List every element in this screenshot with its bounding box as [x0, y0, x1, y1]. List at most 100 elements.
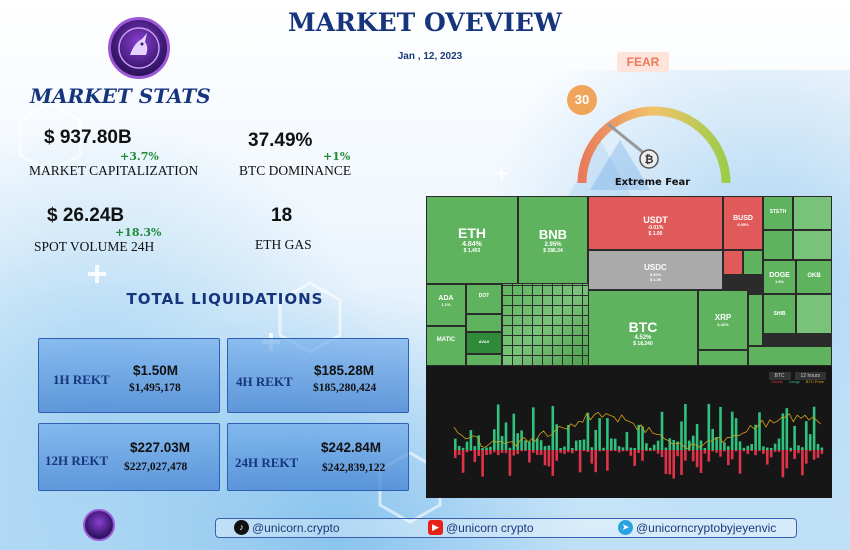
long-bar [801, 447, 804, 450]
heatmap-tile-misc-3[interactable] [793, 230, 832, 260]
long-bar [571, 447, 574, 450]
youtube-handle: @unicorn crypto [446, 520, 534, 535]
short-bar [539, 450, 543, 455]
short-bar [535, 450, 539, 455]
market-stats-title: MARKET STATS [30, 84, 211, 108]
long-bar [528, 441, 531, 450]
short-bar [457, 450, 461, 455]
rekt-full-value: $227,027,478 [124, 461, 188, 473]
long-bar [625, 432, 629, 450]
heatmap-tile-doge[interactable]: DOGE 1.6% [763, 260, 796, 294]
heatmap-tile-avax[interactable]: AVAX [466, 332, 502, 354]
long-bar [598, 418, 601, 450]
eth-gas-label: ETH GAS [255, 237, 312, 252]
long-bar [785, 408, 789, 450]
spot-volume-value: $ 26.24B [47, 205, 125, 226]
short-bar [454, 450, 457, 459]
brand-logo-small [83, 509, 115, 541]
heatmap-tile-misc-2[interactable] [763, 230, 793, 260]
heatmap-tile-bnb[interactable]: BNB 2.95% $ 286.34 [518, 196, 588, 284]
long-bar [738, 441, 742, 450]
rekt-label: 12H REKT [45, 453, 109, 468]
heatmap-tile-xrp[interactable]: XRP 6.42% [698, 290, 748, 350]
short-bar [715, 450, 718, 453]
short-bar [637, 450, 640, 453]
long-bar [524, 440, 527, 450]
short-bar [680, 450, 683, 476]
short-bar [808, 450, 812, 452]
long-bar [582, 439, 586, 450]
heatmap-tile-misc-11[interactable] [748, 346, 832, 366]
long-bar [586, 412, 590, 450]
short-bar [578, 450, 582, 473]
heatmap-tile-misc-9[interactable] [748, 294, 763, 346]
long-bar [707, 403, 711, 450]
short-bar [567, 450, 570, 453]
heatmap-tile-dot[interactable]: DOT [466, 284, 502, 314]
rekt-box-1h: 1H REKT $1.50M $1,495,178 [38, 338, 220, 413]
heatmap-tile-usdt[interactable]: USDT -0.01% $ 1.00 [588, 196, 723, 250]
social-telegram[interactable]: ➤ @unicorncryptobyjeyenvic [618, 520, 776, 535]
long-bar [769, 447, 773, 450]
short-bar [508, 450, 512, 476]
heatmap-tile-matic[interactable]: MATIC [426, 326, 466, 366]
social-youtube[interactable]: ▶ @unicorn crypto [428, 520, 534, 535]
long-bar [668, 438, 672, 450]
heatmap-tile-usdc[interactable]: USDC 0.00% $ 1.00 [588, 250, 723, 290]
short-bar [769, 450, 773, 458]
short-bar [500, 450, 504, 453]
unicorn-icon [118, 27, 160, 69]
heatmap-tile-okb[interactable]: OKB [796, 260, 832, 294]
heatmap-tile-steth[interactable]: STETH [763, 196, 793, 230]
short-bar [652, 450, 656, 452]
heatmap-tile-misc-10[interactable] [796, 294, 832, 334]
heatmap-tile-misc-5[interactable] [743, 250, 763, 275]
rekt-short-value: $185.28M [314, 363, 375, 378]
heatmap-tile-misc-6[interactable] [466, 314, 502, 332]
short-bar [633, 450, 636, 466]
long-bar [652, 444, 656, 450]
long-bar [789, 447, 792, 450]
short-bar [676, 450, 679, 457]
short-bar [574, 450, 578, 452]
long-bar [758, 412, 761, 450]
short-bar [738, 450, 742, 474]
rekt-short-value: $242.84M [321, 440, 382, 455]
short-bar [625, 450, 629, 452]
short-bar [481, 450, 484, 477]
heatmap-tile-misc-1[interactable] [793, 196, 832, 230]
heatmap-tile-shib[interactable]: SHIB [763, 294, 796, 334]
short-bar [711, 450, 714, 452]
long-bar [723, 442, 726, 450]
social-tiktok[interactable]: ♪ @unicorn.crypto [234, 520, 340, 535]
short-bar [629, 450, 633, 456]
short-bar [477, 450, 480, 456]
short-bar [656, 450, 660, 454]
short-bar [613, 450, 617, 452]
short-bar [621, 450, 625, 452]
long-bar [672, 439, 675, 450]
long-bar [574, 440, 578, 450]
short-bar [532, 450, 535, 453]
rekt-full-value: $1,495,178 [129, 382, 181, 394]
short-bar [547, 450, 551, 467]
long-bar [473, 446, 477, 450]
heatmap-tile-ada[interactable]: ADA 1.1% [426, 284, 466, 326]
short-bar [797, 450, 800, 454]
long-bar [762, 446, 765, 450]
heatmap-tile-misc-4[interactable] [723, 250, 743, 275]
short-bar [524, 450, 527, 452]
long-bar [730, 411, 734, 450]
heatmap-tile-eth[interactable]: ETH 4.84% $ 1,403 [426, 196, 518, 284]
heatmap-tile-busd[interactable]: BUSD 0.05% [723, 196, 763, 250]
heatmap-tile-misc-8[interactable] [698, 350, 748, 366]
short-bar [465, 450, 469, 453]
long-bar [719, 406, 722, 450]
long-bar [602, 447, 605, 450]
long-bar [578, 439, 582, 450]
long-bar [633, 447, 636, 450]
short-bar [516, 450, 519, 455]
heatmap-tile-misc-7[interactable] [466, 354, 502, 366]
short-bar [649, 450, 652, 452]
heatmap-tile-btc[interactable]: BTC 4.52% $ 18,240 [588, 290, 698, 366]
